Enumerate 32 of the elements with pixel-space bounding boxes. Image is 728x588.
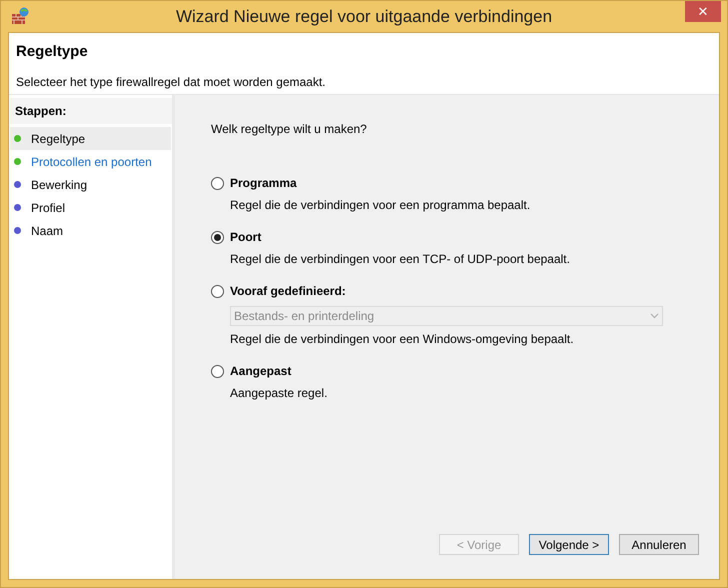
step-label: Protocollen en poorten [31,154,152,170]
step-item[interactable]: Profiel [10,196,171,219]
step-item[interactable]: Naam [10,219,171,242]
step-label: Naam [31,222,64,240]
radio-button[interactable] [211,284,224,298]
radio-button[interactable] [211,176,224,190]
window-title: Wizard Nieuwe regel voor uitgaande verbindingen [176,6,552,28]
step-label: Regeltype [31,130,86,148]
firewall-icon [11,7,29,25]
step-label: Profiel [31,200,66,216]
radio-option[interactable]: Vooraf gedefinieerd: [211,282,663,300]
step-item[interactable]: Protocollen en poorten [10,150,171,173]
radio-option[interactable]: Aangepast [211,362,663,380]
wizard-button[interactable]: Annuleren [619,534,699,555]
page-subtitle: Selecteer het type firewallregel dat moet worden gemaakt. [16,74,326,90]
radio-option[interactable]: Programma [211,174,663,192]
option-description: Regel die de verbindingen voor een programma bepaalt. [230,197,532,214]
wizard-button[interactable]: Volgende > [529,534,609,555]
chevron-down-icon [650,313,659,319]
step-item[interactable]: Regeltype [10,127,171,150]
step-item[interactable]: Bewerking [10,173,171,196]
radio-button[interactable] [211,364,224,378]
page-title: Regeltype [16,42,89,62]
close-button[interactable]: ✕ [685,1,721,22]
step-label: Bewerking [31,176,88,194]
option-description: Regel die de verbindingen voor een Windows-omgeving bepaalt. [230,331,575,348]
steps-heading: Stappen: [10,98,172,124]
radio-option[interactable]: Poort [211,228,663,246]
option-description: Aangepaste regel. [230,385,328,402]
option-description: Regel die de verbindingen voor een TCP- of UDP-poort bepaalt. [230,251,571,268]
radio-button[interactable] [211,230,224,244]
question-text: Welk regeltype wilt u maken? [211,121,368,138]
